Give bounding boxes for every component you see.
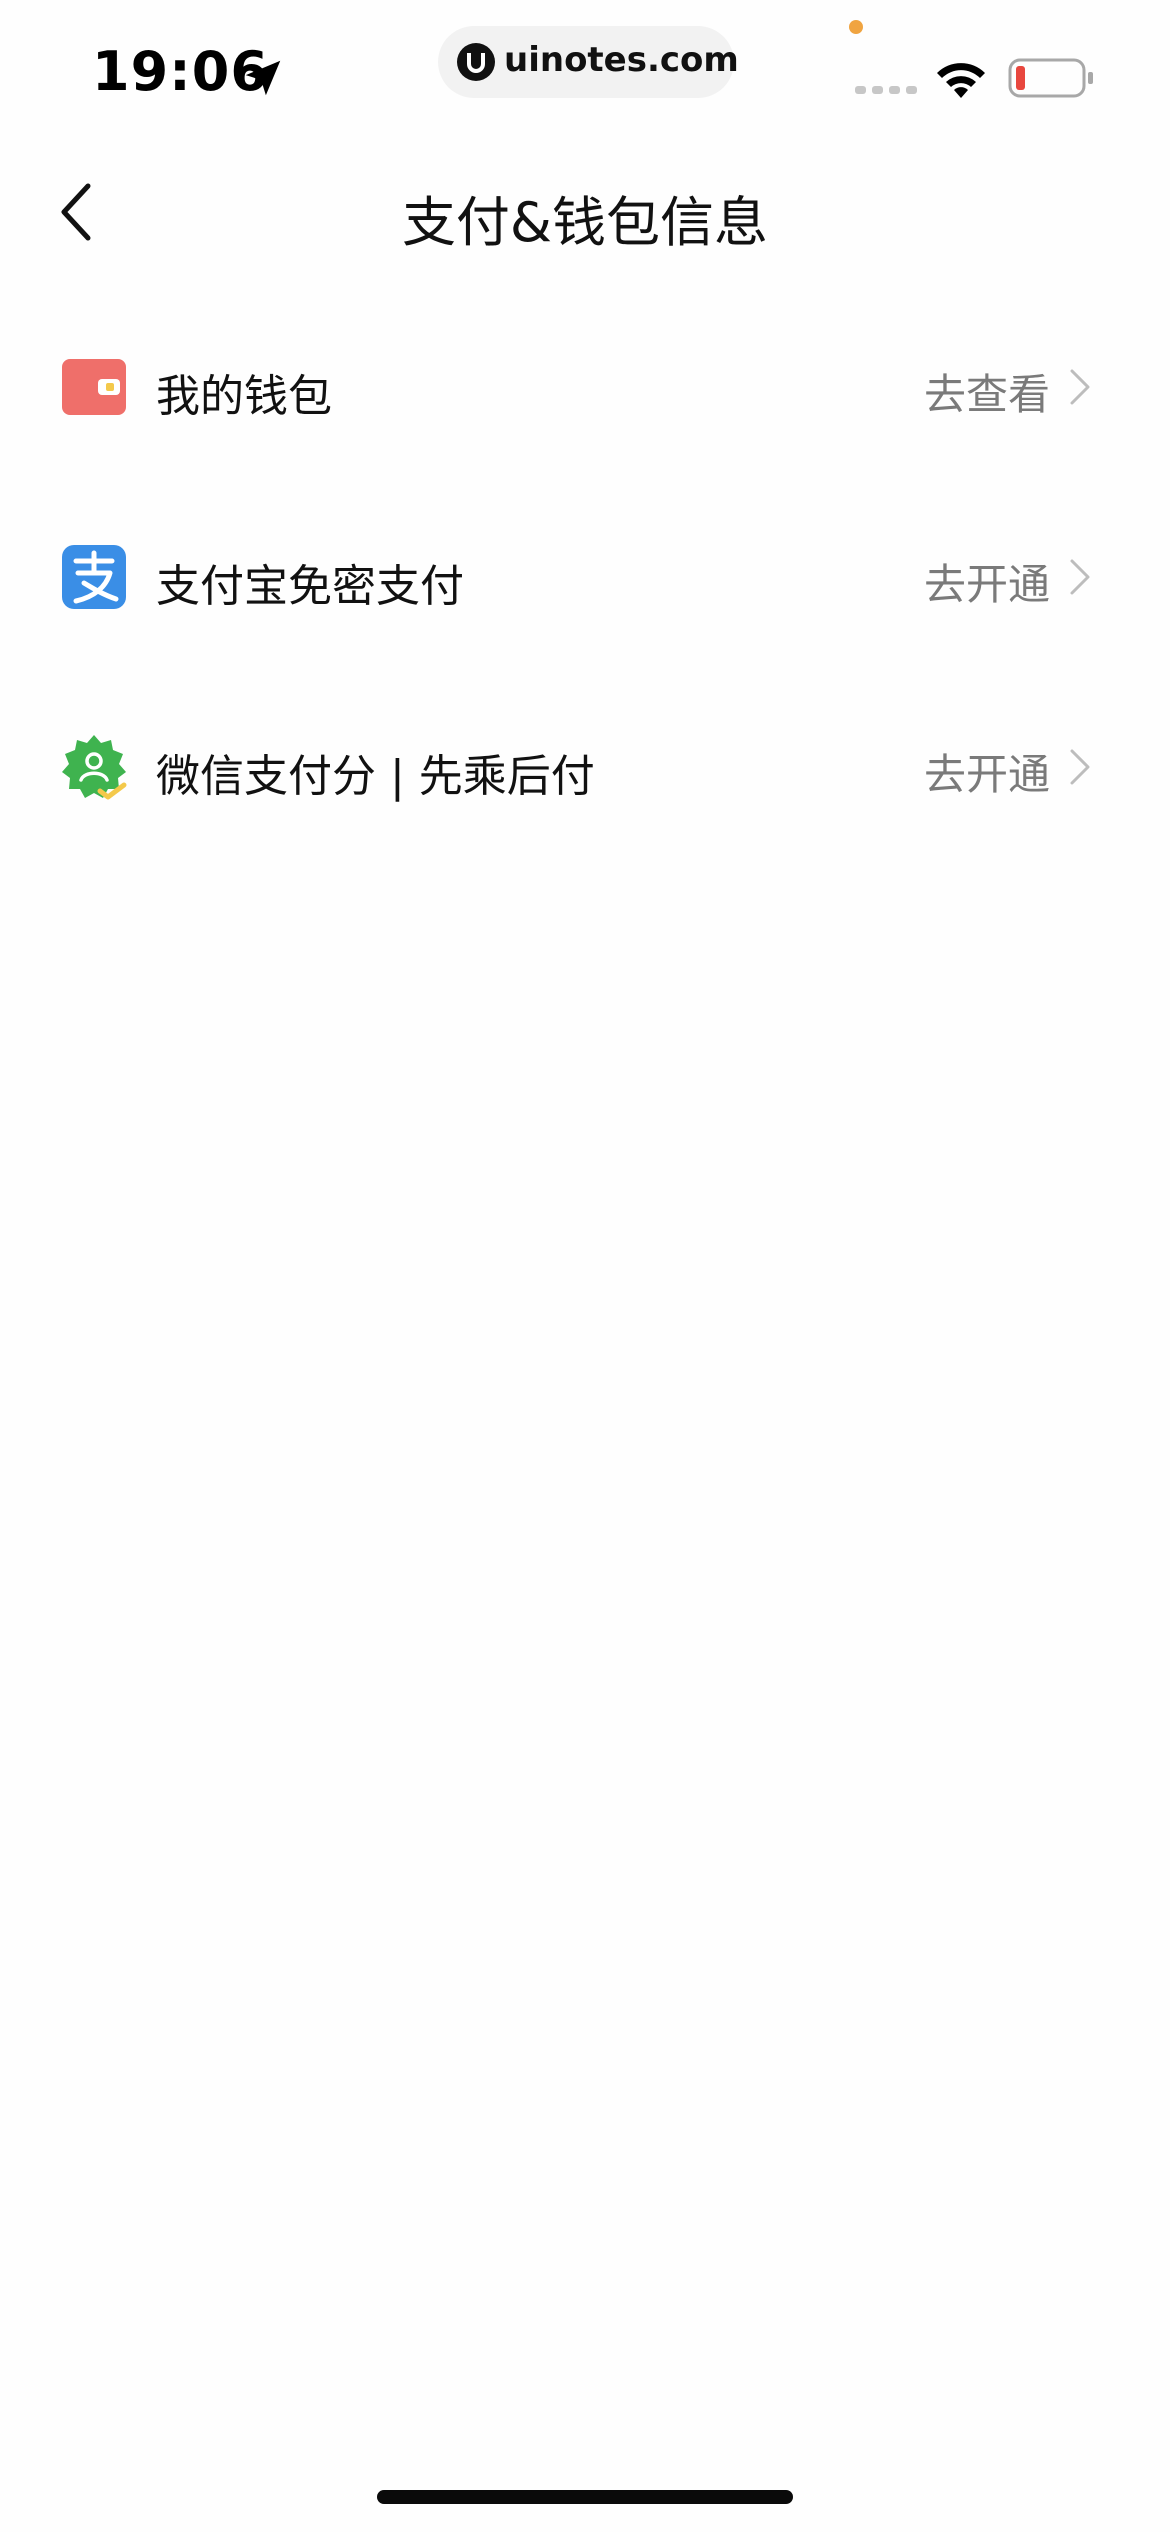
url-pill[interactable]: uinotes.com	[438, 26, 739, 98]
row-action-activate[interactable]: 去开通	[924, 741, 1050, 802]
row-label: 微信支付分 | 先乘后付	[156, 751, 595, 802]
uinotes-logo-icon	[457, 43, 495, 81]
status-bar: 19:06 uinotes.com	[0, 0, 1170, 150]
row-action-view[interactable]: 去查看	[924, 361, 1050, 422]
wifi-icon	[937, 63, 985, 98]
row-label: 我的钱包	[156, 371, 332, 422]
list-item-my-wallet[interactable]: 我的钱包 去查看	[0, 320, 1170, 450]
row-label: 支付宝免密支付	[156, 561, 464, 612]
chevron-right-icon	[1070, 559, 1090, 595]
page-title: 支付&钱包信息	[401, 191, 769, 254]
wallet-icon	[62, 359, 126, 415]
battery-low-icon	[1008, 58, 1093, 98]
list-item-wechat-pay-score[interactable]: 微信支付分 | 先乘后付 去开通	[0, 700, 1170, 830]
url-text: uinotes.com	[504, 40, 739, 80]
cellular-signal-icon	[855, 86, 917, 94]
list-item-alipay[interactable]: 支付宝免密支付 去开通	[0, 510, 1170, 640]
chevron-right-icon	[1070, 369, 1090, 405]
alipay-icon	[62, 545, 126, 609]
chevron-right-icon	[1070, 749, 1090, 785]
row-action-activate[interactable]: 去开通	[924, 551, 1050, 612]
wechat-pay-score-icon	[62, 735, 127, 800]
location-arrow-icon	[245, 60, 281, 96]
privacy-indicator-dot	[849, 20, 863, 34]
home-indicator[interactable]	[377, 2490, 793, 2504]
